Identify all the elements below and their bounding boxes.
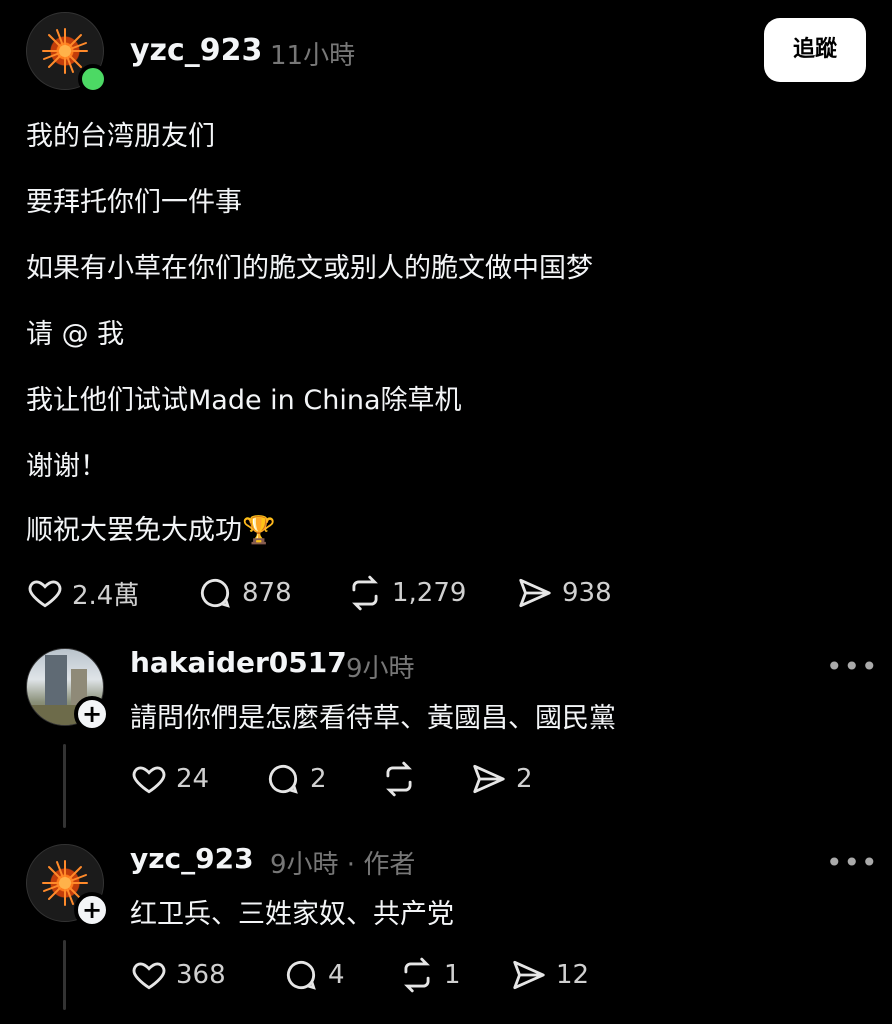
reply-share-button[interactable]: 2 (470, 760, 533, 798)
heart-icon (132, 962, 166, 990)
post-timestamp: 11小時 (270, 41, 356, 71)
follow-plus-badge[interactable]: + (74, 696, 110, 732)
more-dots-icon[interactable]: ••• (826, 653, 879, 681)
comment-button[interactable]: 878 (196, 574, 292, 612)
comment-bubble-icon (200, 578, 230, 608)
post-text-line: 如果有小草在你们的脆文或别人的脆文做中国梦 (26, 253, 593, 284)
repost-icon (386, 761, 412, 797)
follow-plus-badge[interactable]: + (74, 892, 110, 928)
share-send-icon (513, 960, 545, 990)
thread-connector-line (63, 744, 66, 828)
follow-button[interactable]: 追蹤 (764, 18, 866, 82)
reply-username[interactable]: hakaider0517 (130, 646, 347, 679)
like-count: 368 (176, 960, 226, 990)
comment-bubble-icon (268, 764, 298, 794)
like-count: 2.4萬 (72, 580, 140, 611)
reply-repost-button[interactable] (380, 760, 426, 798)
repost-count: 1,279 (392, 578, 467, 608)
reply-comment-button[interactable]: 2 (264, 760, 327, 798)
post-text-line: 谢谢！ (26, 451, 107, 482)
post-author-username[interactable]: yzc_923 (130, 33, 262, 68)
repost-icon (404, 957, 430, 993)
reply-text: 請問你們是怎麼看待草、黃國昌、國民黨 (130, 703, 616, 734)
reply-share-button[interactable]: 12 (510, 956, 589, 994)
comment-count: 4 (328, 960, 345, 990)
comment-bubble-icon (286, 960, 316, 990)
post-text-line: 要拜托你们一件事 (26, 187, 242, 218)
reply-timestamp: 9小時 · 作者 (270, 850, 416, 880)
comment-count: 2 (310, 764, 327, 794)
like-button[interactable]: 2.4萬 (26, 574, 139, 612)
reply-text: 红卫兵、三姓家奴、共产党 (130, 899, 454, 930)
post-text-line: 请 @ 我 (26, 319, 125, 350)
post-text-line: 顺祝大罢免大成功🏆 (26, 515, 276, 546)
more-dots-icon[interactable]: ••• (826, 849, 879, 877)
like-count: 24 (176, 764, 210, 794)
repost-button[interactable]: 1,279 (346, 574, 466, 612)
reply-repost-button[interactable]: 1 (398, 956, 461, 994)
share-send-icon (473, 764, 505, 794)
online-status-dot (78, 64, 108, 94)
reply-comment-button[interactable]: 4 (282, 956, 345, 994)
share-button[interactable]: 938 (516, 574, 612, 612)
share-count: 938 (562, 578, 612, 608)
plus-icon: + (81, 896, 103, 924)
share-count: 12 (556, 960, 590, 990)
share-count: 2 (516, 764, 533, 794)
reply-username[interactable]: yzc_923 (130, 842, 254, 875)
plus-icon: + (81, 700, 103, 728)
heart-icon (132, 766, 166, 794)
reply-timestamp: 9小時 (346, 654, 415, 684)
comment-count: 878 (242, 578, 292, 608)
share-send-icon (519, 578, 551, 608)
thread-connector-line (63, 940, 66, 1010)
post-text-line: 我的台湾朋友们 (26, 121, 215, 152)
repost-icon (352, 575, 378, 611)
reply-like-button[interactable]: 24 (130, 760, 209, 798)
post-text-line: 我让他们试试Made in China除草机 (26, 385, 462, 416)
reply-like-button[interactable]: 368 (130, 956, 226, 994)
repost-count: 1 (444, 960, 461, 990)
heart-icon (28, 580, 62, 608)
